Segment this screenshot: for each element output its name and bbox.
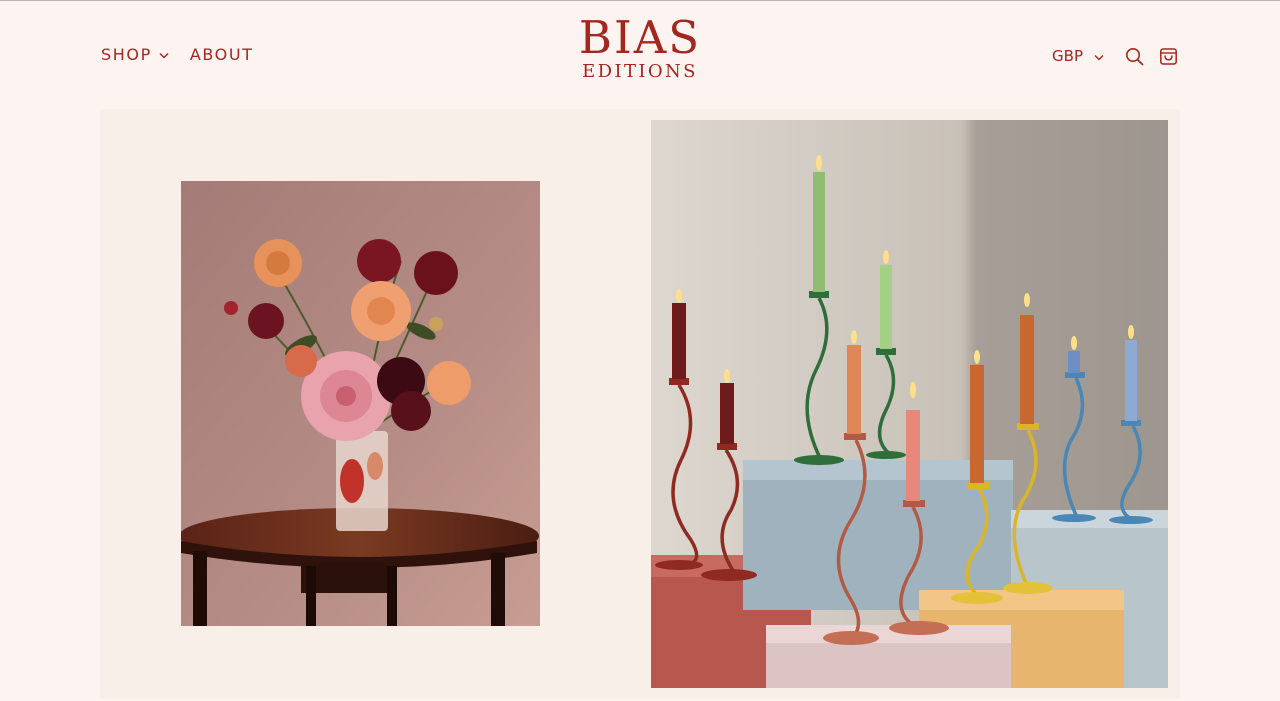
nav-about[interactable]: ABOUT xyxy=(190,45,254,64)
chevron-down-icon xyxy=(1094,54,1104,60)
nav-shop[interactable]: SHOP xyxy=(101,45,169,64)
currency-selector[interactable]: GBP xyxy=(1052,47,1104,65)
main-nav: SHOP ABOUT xyxy=(101,45,254,64)
nav-about-label: ABOUT xyxy=(189,45,254,64)
brand-logo[interactable]: BIAS EDITIONS xyxy=(560,15,720,82)
site-header: SHOP ABOUT BIAS EDITIONS GBP xyxy=(0,1,1280,109)
shopping-bag-icon xyxy=(1159,47,1177,65)
logo-wordmark: BIAS xyxy=(578,11,702,64)
nav-shop-label: SHOP xyxy=(101,45,152,64)
currency-label: GBP xyxy=(1052,47,1083,65)
header-actions: GBP xyxy=(1052,42,1179,70)
wavy-candlesticks-photo[interactable] xyxy=(651,120,1168,688)
dahlia-bouquet-photo[interactable] xyxy=(181,181,540,626)
search-icon xyxy=(1125,47,1143,65)
chevron-down-icon xyxy=(159,53,169,59)
search-button[interactable] xyxy=(1123,45,1145,67)
cart-button[interactable] xyxy=(1157,45,1179,67)
hero-banner xyxy=(100,109,1180,699)
logo-subtitle: EDITIONS xyxy=(582,61,698,82)
